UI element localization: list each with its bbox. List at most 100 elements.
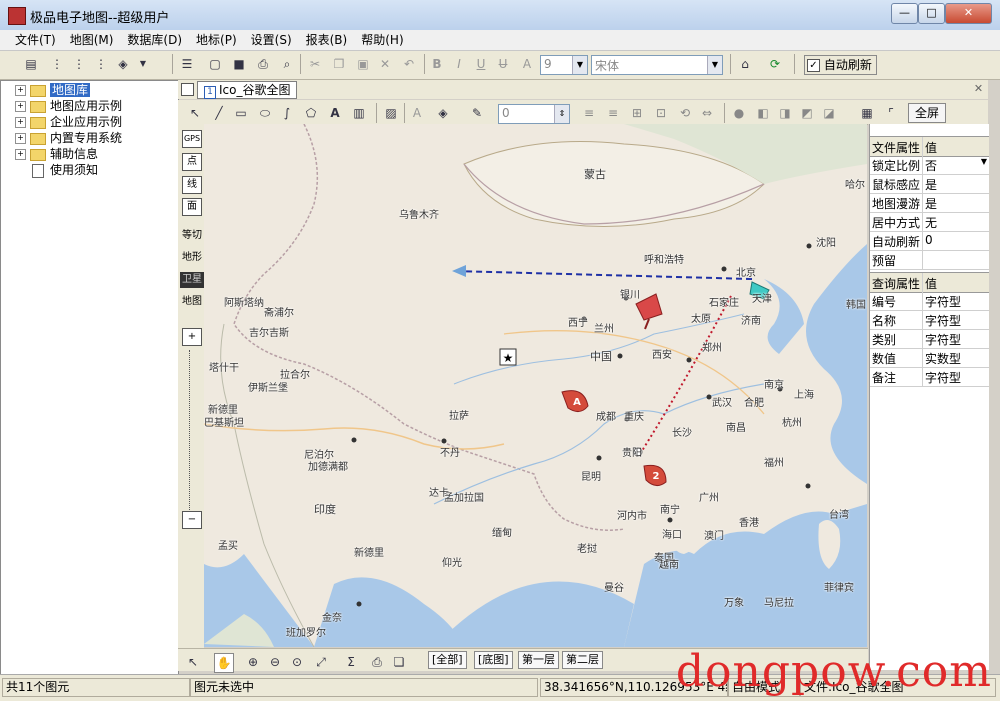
query-prop-row[interactable]: 名称 字符型 (870, 310, 989, 330)
send-back-icon[interactable]: ◨ (776, 104, 794, 122)
font-color-icon[interactable]: A (518, 55, 536, 73)
group-icon[interactable]: ● (730, 104, 748, 122)
text-style-icon[interactable]: A (408, 104, 426, 122)
refresh-icon[interactable]: ⟳ (766, 55, 784, 73)
line-tool-icon[interactable]: ╱ (210, 104, 228, 122)
tree-item-builtin-systems[interactable]: + 内置专用系统 (15, 130, 122, 146)
chevron-down-icon[interactable]: ▼ (134, 55, 152, 73)
file-prop-row[interactable]: 居中方式无 (870, 212, 989, 232)
delete-icon[interactable]: ✕ (376, 55, 394, 73)
polygon-tool-icon[interactable]: ⬠ (302, 104, 320, 122)
point-button[interactable]: 点 (182, 153, 202, 171)
layer-tab-base[interactable]: [底图] (474, 651, 513, 669)
expand-icon[interactable]: + (15, 117, 26, 128)
maximize-button[interactable]: □ (918, 3, 945, 24)
expand-icon[interactable]: + (15, 149, 26, 160)
tree-item-map-examples[interactable]: + 地图应用示例 (15, 98, 122, 114)
flip-icon[interactable]: ⇔ (698, 104, 716, 122)
tree-collapse-icon[interactable]: ⋮ (70, 55, 88, 73)
minimize-button[interactable]: — (891, 3, 918, 24)
print-icon[interactable]: ⎙ (254, 55, 272, 73)
open-icon[interactable]: ▢ (206, 55, 224, 73)
query-prop-row[interactable]: 备注 字符型 (870, 367, 989, 387)
layers-icon[interactable]: ❏ (390, 653, 408, 671)
menu-settings[interactable]: 设置(S) (244, 30, 299, 50)
zoom-out-icon[interactable]: ⊖ (266, 653, 284, 671)
file-prop-row[interactable]: 锁定比例否 ▼ (870, 155, 989, 175)
zoom-in-button[interactable]: + (182, 328, 202, 346)
zoom-window-icon[interactable]: ⊙ (288, 653, 306, 671)
tab-map[interactable]: 1 Ico_谷歌全图 (197, 81, 298, 99)
menu-map[interactable]: 地图(M) (63, 30, 121, 50)
move-up-icon[interactable]: ◩ (798, 104, 816, 122)
menu-file[interactable]: 文件(T) (8, 30, 63, 50)
tree-item-enterprise-examples[interactable]: + 企业应用示例 (15, 114, 122, 130)
line-button[interactable]: 线 (182, 176, 202, 194)
expand-icon[interactable]: + (15, 85, 26, 96)
area-button[interactable]: 面 (182, 198, 202, 216)
chart-tool-icon[interactable]: ▥ (350, 104, 368, 122)
arrange-icon[interactable]: ⊡ (652, 104, 670, 122)
text-tool-icon[interactable]: A (326, 104, 344, 122)
prop-value[interactable]: 否 (925, 157, 937, 174)
prop-value[interactable]: 是 (925, 195, 937, 212)
tree-item-map-library[interactable]: + 地图库 (15, 82, 91, 98)
prop-value[interactable]: 字符型 (925, 331, 961, 348)
tree-expand-icon[interactable]: ⋮ (48, 55, 66, 73)
star-marker[interactable]: ★ (499, 348, 517, 366)
underline-icon[interactable]: U (472, 55, 490, 73)
zoom-out-button[interactable]: − (182, 511, 202, 529)
rotate-icon[interactable]: ⟲ (676, 104, 694, 122)
gps-button[interactable]: GPS (182, 130, 202, 148)
grid-icon[interactable]: ▦ (858, 104, 876, 122)
menu-help[interactable]: 帮助(H) (354, 30, 410, 50)
bold-icon[interactable]: B (428, 55, 446, 73)
query-prop-row[interactable]: 类别 字符型 (870, 329, 989, 349)
tree-item-aux-info[interactable]: + 辅助信息 (15, 146, 98, 162)
zoom-extent-icon[interactable]: ⤢ (312, 653, 330, 671)
projection-button[interactable]: 等切 (180, 228, 204, 244)
tree-sort-icon[interactable]: ⋮ (92, 55, 110, 73)
line-color-icon[interactable]: ✎ (468, 104, 486, 122)
expand-icon[interactable]: + (15, 133, 26, 144)
list-icon[interactable]: ☰ (178, 55, 196, 73)
layer-tab-first[interactable]: 第一层 (518, 651, 559, 669)
undo-icon[interactable]: ↶ (400, 55, 418, 73)
layers-dropdown-icon[interactable]: ◈ (114, 55, 132, 73)
terrain-button[interactable]: 地形 (180, 250, 204, 266)
find-icon[interactable]: ⌕ (278, 55, 296, 73)
font-name-select[interactable]: 宋体 ▼ (591, 55, 723, 75)
chevron-down-icon[interactable]: ▼ (981, 157, 987, 166)
prop-value[interactable]: 字符型 (925, 369, 961, 386)
cut-icon[interactable]: ✂ (306, 55, 324, 73)
frame-icon[interactable]: ⌜ (882, 104, 900, 122)
prop-value[interactable]: 字符型 (925, 312, 961, 329)
prop-value[interactable]: 无 (925, 214, 937, 231)
query-prop-row[interactable]: 数值 实数型 (870, 348, 989, 368)
zoom-slider-track[interactable] (189, 350, 194, 510)
distribute-icon[interactable]: ⊞ (628, 104, 646, 122)
fill-color-icon[interactable]: ◈ (434, 104, 452, 122)
menu-landmark[interactable]: 地标(P) (189, 30, 244, 50)
prop-value[interactable]: 实数型 (925, 350, 961, 367)
auto-refresh-checkbox[interactable]: ✓ (807, 59, 820, 72)
zoom-in-icon[interactable]: ⊕ (244, 653, 262, 671)
file-prop-row[interactable]: 鼠标感应是 (870, 174, 989, 194)
sum-icon[interactable]: Σ (342, 653, 360, 671)
auto-refresh-toggle[interactable]: ✓ 自动刷新 (804, 55, 877, 75)
menu-database[interactable]: 数据库(D) (120, 30, 189, 50)
pointer-icon[interactable]: ↖ (186, 104, 204, 122)
menu-report[interactable]: 报表(B) (299, 30, 355, 50)
bring-front-icon[interactable]: ◧ (754, 104, 772, 122)
file-prop-row[interactable]: 自动刷新 0 (870, 231, 989, 251)
save-icon[interactable]: ■ (230, 55, 248, 73)
pan-hand-icon[interactable]: ✋ (214, 653, 234, 673)
paste-icon[interactable]: ▣ (354, 55, 372, 73)
close-icon[interactable]: ✕ (972, 82, 985, 95)
map-canvas[interactable]: ★ A 2 蒙古 乌鲁木齐 呼和浩特 北京 天津 沈阳 银川 石家庄 太原 济南 西宁 兰州 中国 西安 郑… (204, 124, 867, 647)
rectangle-tool-icon[interactable]: ▭ (232, 104, 250, 122)
select-arrow-icon[interactable]: ↖ (184, 653, 202, 671)
expand-icon[interactable]: + (15, 101, 26, 112)
home-icon[interactable]: ⌂ (736, 55, 754, 73)
italic-icon[interactable]: I (450, 55, 468, 73)
